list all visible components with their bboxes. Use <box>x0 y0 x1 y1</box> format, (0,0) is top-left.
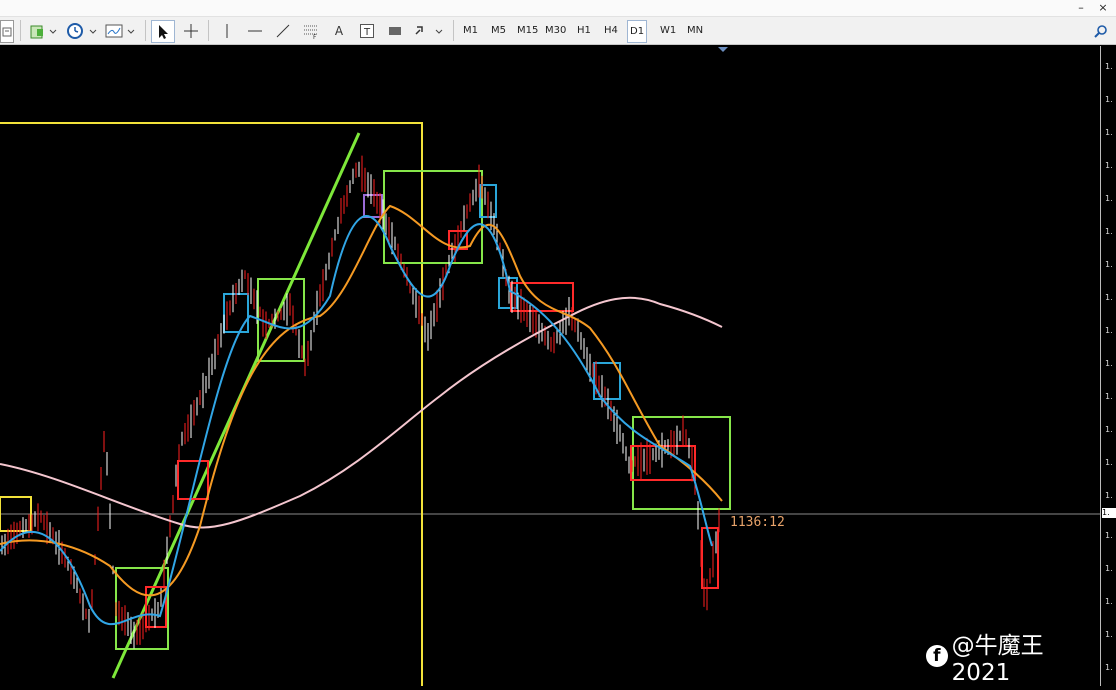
price-axis-label: 1. <box>1105 531 1113 540</box>
rectangle-icon[interactable] <box>384 20 406 41</box>
price-axis-label: 1. <box>1105 663 1113 672</box>
timeframe-h4[interactable]: H4 <box>602 20 620 41</box>
chart-canvas <box>0 47 1100 686</box>
clock-icon[interactable] <box>66 20 98 41</box>
trendline-icon[interactable] <box>272 20 294 41</box>
timeframe-d1[interactable]: D1 <box>627 20 648 43</box>
cursor-arrow-icon[interactable] <box>151 20 175 43</box>
watermark: f @牛魔王2021 <box>926 626 1100 686</box>
price-axis-label: 1. <box>1105 359 1113 368</box>
chart-toolbar: F A T M1 M5 M15 M30 H1 H4 D1 W1 MN <box>0 17 1116 45</box>
price-axis-label: 1. <box>1105 491 1113 500</box>
close-button[interactable]: × <box>1092 0 1114 15</box>
text-tool-icon[interactable]: A <box>328 20 350 41</box>
timeframe-w1[interactable]: W1 <box>658 20 678 41</box>
price-axis-label: 1. <box>1105 425 1113 434</box>
svg-text:F: F <box>313 34 317 39</box>
price-axis-label: 1. <box>1105 392 1113 401</box>
timeframe-m1[interactable]: M1 <box>461 20 480 41</box>
chart-list-icon[interactable] <box>0 20 14 43</box>
zone-box[interactable] <box>257 278 305 362</box>
watermark-text: @牛魔王2021 <box>951 633 1044 686</box>
timeframe-m5[interactable]: M5 <box>489 20 508 41</box>
arrows-icon[interactable] <box>412 20 444 41</box>
zone-box[interactable] <box>632 416 731 510</box>
zone-box[interactable] <box>115 567 169 650</box>
price-axis-label: 1. <box>1105 128 1113 137</box>
yellow-range-box[interactable] <box>0 122 423 686</box>
price-axis-label: 1. <box>1105 326 1113 335</box>
crosshair-icon[interactable] <box>180 20 202 41</box>
price-axis-label: 1. <box>1105 260 1113 269</box>
new-chart-icon[interactable] <box>28 20 58 41</box>
facebook-icon: f <box>926 645 948 667</box>
price-axis-label: 1. <box>1105 95 1113 104</box>
minimize-button[interactable]: – <box>1070 0 1092 15</box>
price-chart[interactable]: 1136:12 f @牛魔王2021 <box>0 46 1100 686</box>
current-price-tag: 1. <box>1102 508 1116 518</box>
timeframe-m30[interactable]: M30 <box>543 20 568 41</box>
candles <box>1 155 720 649</box>
timeframe-h1[interactable]: H1 <box>575 20 593 41</box>
templates-icon[interactable] <box>104 20 136 41</box>
chart-shift-marker[interactable] <box>718 47 728 52</box>
price-axis-label: 1. <box>1105 194 1113 203</box>
price-axis-label: 1. <box>1105 161 1113 170</box>
timeframe-mn[interactable]: MN <box>685 20 705 41</box>
fibonacci-icon[interactable]: F <box>300 20 322 41</box>
bar-countdown: 1136:12 <box>730 515 785 530</box>
ma-mid-orange <box>0 204 723 597</box>
price-axis-label: 1. <box>1105 630 1113 639</box>
price-axis-label: 1. <box>1105 62 1113 71</box>
price-axis[interactable]: 1. 1. 1. 1. 1. 1. 1. 1. 1. 1. 1. 1. 1. 1… <box>1100 46 1116 686</box>
window-title-strip: – × <box>0 0 1116 17</box>
horizontal-line-icon[interactable] <box>244 20 266 41</box>
price-axis-label: 1. <box>1105 458 1113 467</box>
text-label-icon[interactable]: T <box>356 20 378 41</box>
price-axis-label: 1. <box>1105 597 1113 606</box>
price-axis-label: 1. <box>1105 227 1113 236</box>
vertical-line-icon[interactable] <box>216 20 238 41</box>
price-axis-label: 1. <box>1105 293 1113 302</box>
search-icon[interactable] <box>1092 20 1110 41</box>
zone-box[interactable] <box>363 194 383 218</box>
price-axis-label: 1. <box>1105 564 1113 573</box>
svg-text:T: T <box>363 27 371 38</box>
timeframe-m15[interactable]: M15 <box>515 20 540 41</box>
